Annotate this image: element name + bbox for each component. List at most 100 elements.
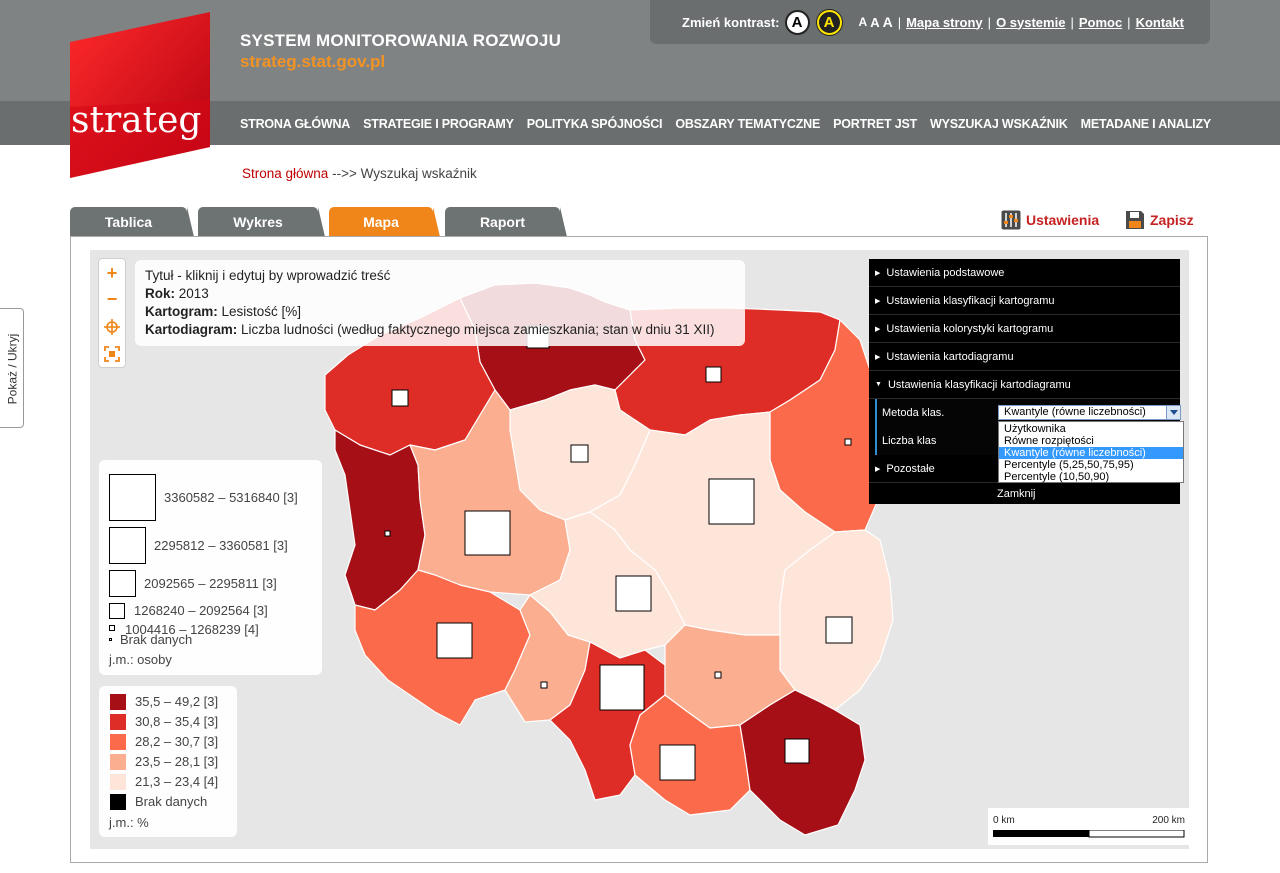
settings-item-label: Ustawienia klasyfikacji kartodiagramu — [887, 378, 1071, 391]
diagram-square-opolskie[interactable] — [540, 681, 548, 689]
tab-report[interactable]: Raport — [445, 207, 567, 237]
settings-diagram[interactable]: ▶ Ustawienia kartodiagramu — [869, 343, 1180, 371]
breadcrumb-home[interactable]: Strona główna — [242, 166, 328, 181]
method-option[interactable]: Użytkownika — [999, 423, 1183, 435]
breadcrumb: Strona główna -->> Wyszukaj wskaźnik — [242, 166, 477, 181]
scale-bar: 0 km 200 km — [988, 808, 1189, 845]
site-title: SYSTEM MONITOROWANIA ROZWOJU — [240, 31, 562, 50]
link-about[interactable]: O systemie — [996, 15, 1065, 30]
tab-chart[interactable]: Wykres — [198, 207, 325, 237]
legend-square — [109, 474, 156, 521]
close-settings-button[interactable]: Zamknij — [997, 488, 1036, 500]
zoom-controls: + − — [98, 258, 126, 368]
method-option[interactable]: Równe rozpiętości — [999, 435, 1183, 447]
settings-basic[interactable]: ▶ Ustawienia podstawowe — [869, 259, 1180, 287]
legend-square — [109, 625, 115, 631]
nav-thematic-areas[interactable]: OBSZARY TEMATYCZNE — [675, 117, 820, 131]
diagram-square-lubuskie[interactable] — [384, 530, 391, 537]
legend-no-data: Brak danych — [120, 632, 193, 647]
triangle-right-icon: ▶ — [875, 297, 881, 305]
method-option[interactable]: Percentyle (5,25,50,75,95) — [999, 459, 1183, 471]
expand-icon — [104, 346, 120, 362]
diagram-value: Liczba ludności (według faktycznego miej… — [241, 322, 715, 337]
link-help[interactable]: Pomoc — [1079, 15, 1122, 30]
year-line: Rok: 2013 — [145, 285, 735, 303]
method-option-selected[interactable]: Kwantyle (równe liczebności) — [999, 447, 1183, 459]
sliders-icon — [1001, 210, 1021, 230]
diagram-square-swietokrzyskie[interactable] — [714, 671, 722, 679]
legend-class: 21,3 – 23,4 [4] — [135, 774, 219, 789]
diagram-square-zachodniopomorskie[interactable] — [391, 389, 409, 407]
nav-metadata[interactable]: METADANE I ANALIZY — [1081, 117, 1212, 131]
map-title-box[interactable]: Tytuł - kliknij i edytuj by wprowadzić t… — [135, 260, 745, 346]
legend-class: 30,8 – 35,4 [3] — [135, 714, 219, 729]
diagram-square-lodzkie[interactable] — [615, 575, 652, 612]
font-size-medium-button[interactable]: A — [870, 15, 879, 30]
font-size-small-button[interactable]: A — [859, 15, 868, 29]
separator: | — [1070, 14, 1074, 30]
link-site-map[interactable]: Mapa strony — [906, 15, 983, 30]
zoom-in-button[interactable]: + — [99, 260, 125, 286]
font-size-large-button[interactable]: A — [883, 14, 893, 30]
legend-swatch — [110, 774, 126, 790]
diagram-square-slaskie[interactable] — [599, 664, 645, 711]
legend-class: 2092565 – 2295811 [3] — [144, 576, 277, 591]
triangle-right-icon: ▶ — [875, 269, 881, 277]
chevron-down-icon[interactable] — [1166, 406, 1180, 419]
diagram-square-warminsko-mazurskie[interactable] — [705, 366, 722, 383]
diagram-legend: 3360582 – 5316840 [3] 2295812 – 3360581 … — [99, 460, 322, 675]
diagram-square-podkarpackie[interactable] — [784, 738, 810, 764]
contrast-high-button[interactable]: A — [816, 9, 842, 35]
diagram-square-dolnoslaskie[interactable] — [436, 622, 473, 659]
diagram-square-wielkopolskie[interactable] — [464, 510, 511, 556]
triangle-right-icon: ▶ — [875, 465, 881, 473]
nav-home[interactable]: STRONA GŁÓWNA — [240, 117, 350, 131]
cartogram-value: Lesistość [%] — [221, 304, 302, 319]
scale-end: 200 km — [1152, 815, 1185, 826]
main-nav: STRONA GŁÓWNA STRATEGIE I PROGRAMY POLIT… — [240, 117, 1224, 131]
settings-button[interactable]: Ustawienia — [1001, 210, 1099, 230]
contrast-normal-button[interactable]: A — [784, 9, 810, 35]
settings-cartogram-classification[interactable]: ▶ Ustawienia klasyfikacji kartogramu — [869, 287, 1180, 315]
triangle-right-icon: ▶ — [875, 353, 881, 361]
settings-label: Ustawienia — [1026, 212, 1100, 228]
diagram-square-lubelskie[interactable] — [825, 616, 853, 644]
nav-strategies[interactable]: STRATEGIE I PROGRAMY — [363, 117, 514, 131]
tab-table[interactable]: Tablica — [70, 207, 194, 237]
save-button[interactable]: Zapisz — [1125, 210, 1194, 230]
legend-square — [109, 638, 112, 641]
legend-square — [109, 570, 136, 597]
scale-start: 0 km — [993, 815, 1015, 826]
save-label: Zapisz — [1150, 212, 1194, 228]
strateg-logo[interactable]: strateg — [70, 12, 210, 178]
legend-unit: j.m.: % — [109, 815, 149, 830]
zoom-out-button[interactable]: − — [99, 286, 125, 312]
logo-text: strateg — [71, 100, 201, 141]
settings-item-label: Ustawienia klasyfikacji kartogramu — [886, 294, 1055, 307]
site-url[interactable]: strateg.stat.gov.pl — [240, 52, 385, 72]
locate-button[interactable] — [99, 314, 125, 340]
method-option[interactable]: Percentyle (10,50,90) — [999, 471, 1183, 483]
cartogram-line: Kartogram: Lesistość [%] — [145, 303, 735, 321]
full-extent-button[interactable] — [99, 341, 125, 367]
diagram-square-malopolskie[interactable] — [659, 744, 696, 781]
diagram-square-mazowieckie[interactable] — [708, 478, 755, 525]
settings-cartogram-colors[interactable]: ▶ Ustawienia kolorystyki kartogramu — [869, 315, 1180, 343]
map-title[interactable]: Tytuł - kliknij i edytuj by wprowadzić t… — [145, 267, 735, 285]
tab-map[interactable]: Mapa — [329, 207, 440, 237]
nav-find-indicator[interactable]: WYSZUKAJ WSKAŹNIK — [930, 117, 1068, 131]
settings-item-label: Ustawienia kartodiagramu — [886, 350, 1014, 363]
diagram-square-podlaskie[interactable] — [844, 438, 852, 446]
legend-swatch — [110, 714, 126, 730]
method-label: Metoda klas. — [882, 407, 945, 419]
legend-swatch — [110, 694, 126, 710]
nav-jst-portrait[interactable]: PORTRET JST — [833, 117, 917, 131]
method-select[interactable]: Kwantyle (równe liczebności) — [998, 405, 1181, 420]
diagram-square-kujawsko-pomorskie[interactable] — [570, 444, 589, 463]
link-contact[interactable]: Kontakt — [1136, 15, 1184, 30]
show-hide-toggle[interactable]: Pokaż / Ukryj — [0, 308, 24, 428]
settings-diagram-classification[interactable]: ▼ Ustawienia klasyfikacji kartodiagramu — [869, 371, 1180, 399]
separator: | — [1127, 14, 1131, 30]
legend-square — [109, 603, 125, 619]
nav-cohesion-policy[interactable]: POLITYKA SPÓJNOŚCI — [527, 117, 663, 131]
